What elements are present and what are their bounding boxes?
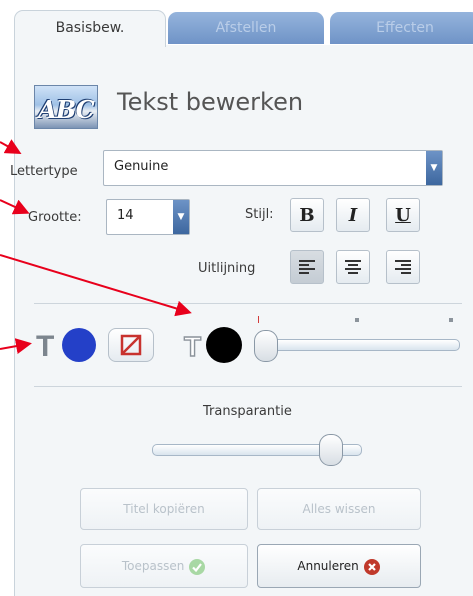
outline-t-icon: T [182,328,208,362]
tab-adjust[interactable]: Afstellen [168,12,324,44]
outline-color-swatch[interactable] [206,327,242,363]
divider [34,303,462,304]
tab-effects[interactable]: Effecten [330,12,473,44]
style-label: Stijl: [245,207,274,222]
size-select-value: 14 [117,208,134,223]
size-select[interactable]: 14 ▼ [106,199,190,235]
tab-bar: Basisbew. Afstellen Effecten [0,0,473,47]
align-center-button[interactable] [336,250,370,284]
underline-button-label: U [395,204,411,226]
slider-tick [258,316,259,323]
font-select-value: Genuine [114,159,169,174]
copy-title-button[interactable]: Titel kopiëren [80,488,248,530]
divider [34,386,462,387]
slider-tick [449,318,453,322]
outline-slider-thumb[interactable] [254,330,278,362]
svg-text:T: T [184,331,201,362]
italic-button-label: I [348,204,358,226]
clear-all-button[interactable]: Alles wissen [257,488,421,530]
close-icon [363,558,380,575]
panel-title: Tekst bewerken [117,88,304,116]
size-label: Grootte: [28,210,82,225]
no-fill-button[interactable] [108,328,154,362]
chevron-down-icon[interactable]: ▼ [426,151,442,185]
svg-text:T: T [36,330,54,362]
transparency-slider-thumb[interactable] [319,434,344,466]
bold-button[interactable]: B [290,198,324,232]
tab-basic-edit[interactable]: Basisbew. [14,10,166,47]
align-left-icon [299,260,315,274]
cancel-button[interactable]: Annuleren [257,544,421,588]
no-fill-icon [120,334,142,356]
text-color-t-icon: T [34,326,62,363]
align-label: Uitlijning [198,261,256,276]
text-color-swatch[interactable] [62,328,96,362]
align-center-icon [345,260,361,274]
font-select[interactable]: Genuine ▼ [103,150,443,186]
font-label: Lettertype [10,164,78,179]
check-icon [189,558,206,575]
chevron-down-icon[interactable]: ▼ [173,200,189,234]
outline-slider-track[interactable] [258,339,460,351]
apply-button[interactable]: Toepassen [80,544,248,588]
apply-button-label: Toepassen [121,559,185,573]
align-right-icon [395,260,411,274]
align-right-button[interactable] [386,250,420,284]
align-left-button[interactable] [290,250,324,284]
text-edit-icon-label: ABC [38,95,94,124]
transparency-label: Transparantie [203,404,292,419]
italic-button[interactable]: I [336,198,370,232]
slider-tick [355,318,359,322]
cancel-button-label: Annuleren [297,559,359,573]
bold-button-label: B [299,204,315,226]
underline-button[interactable]: U [386,198,420,232]
text-edit-icon: ABC [34,85,98,129]
